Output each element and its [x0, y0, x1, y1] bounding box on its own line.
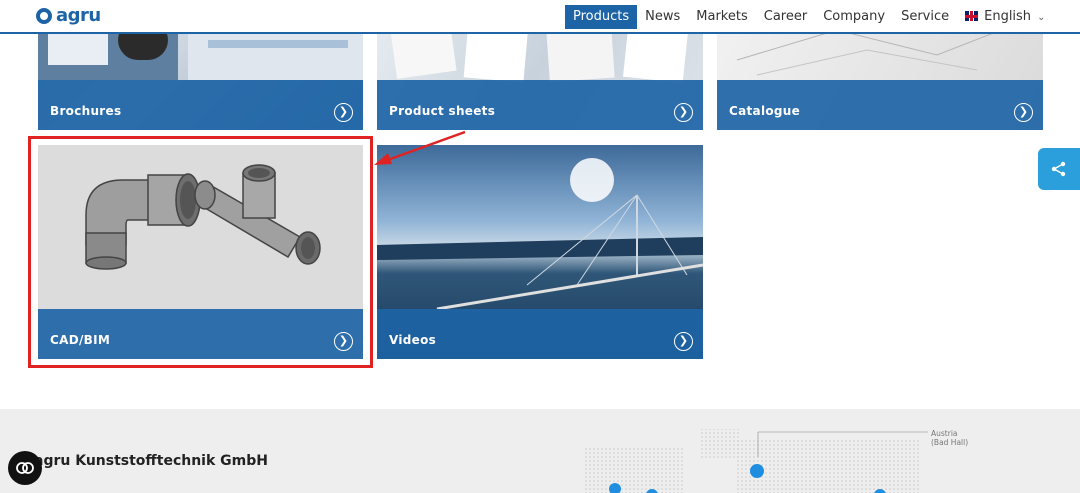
- footer: agru Kunststofftechnik GmbH Austria (Bad…: [0, 409, 1080, 493]
- map-label-country: Austria: [931, 429, 958, 438]
- chevron-down-icon: ⌄: [1037, 12, 1046, 23]
- tile-videos[interactable]: Videos ❯: [377, 145, 703, 359]
- bridge-image: [377, 158, 703, 309]
- chevron-right-circle-icon[interactable]: ❯: [334, 103, 353, 122]
- main-nav: Products News Markets Career Company Ser…: [565, 5, 1053, 29]
- nav-item-career[interactable]: Career: [756, 5, 815, 29]
- logo-icon: [36, 8, 52, 24]
- nav-item-news[interactable]: News: [637, 5, 688, 29]
- tile-label-product-sheets: Product sheets: [389, 104, 496, 118]
- logo-text: agru: [56, 5, 101, 26]
- share-button[interactable]: [1038, 148, 1080, 190]
- tile-label-catalogue: Catalogue: [729, 104, 801, 118]
- tile-label-brochures: Brochures: [50, 104, 122, 118]
- annotation-arrow-icon: [374, 130, 466, 165]
- chevron-right-circle-icon[interactable]: ❯: [674, 103, 693, 122]
- chat-button[interactable]: [8, 451, 42, 485]
- tile-label-videos: Videos: [389, 333, 437, 347]
- nav-item-company[interactable]: Company: [815, 5, 893, 29]
- tile-label-cad-bim: CAD/BIM: [50, 333, 111, 347]
- language-selector[interactable]: English ⌄: [957, 5, 1053, 29]
- chat-icon: [16, 462, 34, 474]
- language-label: English: [984, 9, 1032, 24]
- chevron-right-circle-icon[interactable]: ❯: [674, 332, 693, 351]
- share-icon: [1051, 161, 1066, 177]
- world-map-image: [585, 429, 928, 493]
- tile-cad-bim[interactable]: CAD/BIM ❯: [38, 145, 363, 359]
- map-label-city: (Bad Hall): [931, 438, 969, 447]
- map-label-austria: Austria (Bad Hall): [931, 429, 968, 447]
- company-name: agru Kunststofftechnik GmbH: [34, 453, 268, 469]
- uk-flag-icon: [965, 11, 979, 21]
- agru-logo[interactable]: agru: [36, 5, 101, 26]
- pipe-fittings-image: [85, 164, 321, 270]
- site-header: agru Products News Markets Career Compan…: [0, 0, 1080, 34]
- chevron-right-circle-icon[interactable]: ❯: [1014, 103, 1033, 122]
- nav-item-products[interactable]: Products: [565, 5, 638, 29]
- nav-item-service[interactable]: Service: [893, 5, 957, 29]
- chevron-right-circle-icon[interactable]: ❯: [334, 332, 353, 351]
- page: agru Products News Markets Career Compan…: [0, 0, 1080, 493]
- nav-item-markets[interactable]: Markets: [688, 5, 755, 29]
